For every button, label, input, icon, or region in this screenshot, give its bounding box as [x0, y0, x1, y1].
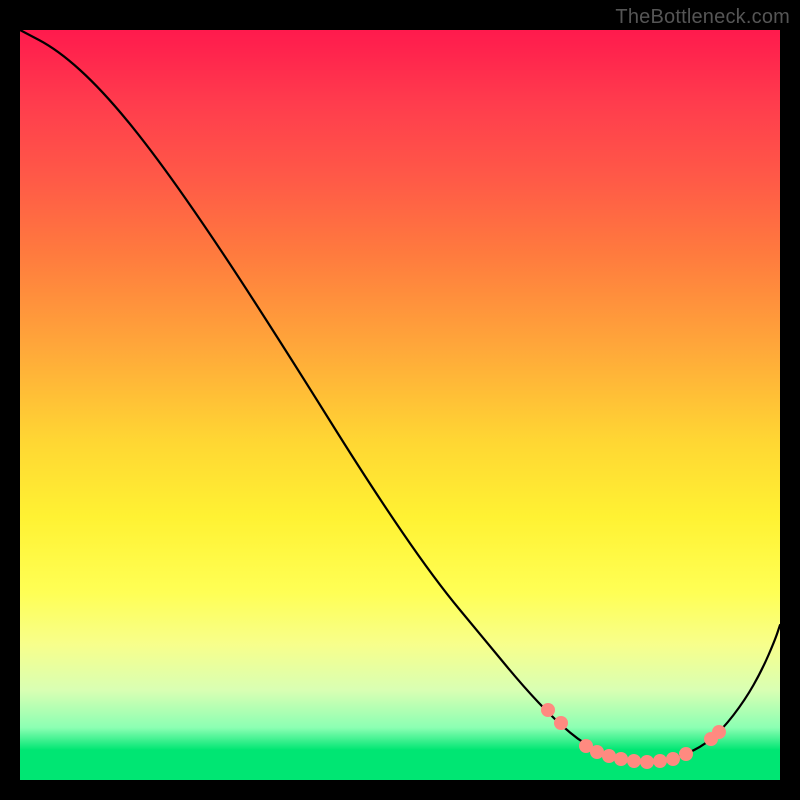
- highlight-dot: [640, 755, 654, 769]
- bottleneck-curve: [20, 30, 780, 761]
- highlight-dot: [653, 754, 667, 768]
- highlight-dot: [712, 725, 726, 739]
- highlight-dot: [602, 749, 616, 763]
- highlight-dot: [679, 747, 693, 761]
- highlight-dot: [666, 752, 680, 766]
- curve-layer: [20, 30, 780, 780]
- highlight-dot: [614, 752, 628, 766]
- highlight-dot: [627, 754, 641, 768]
- plot-area: [20, 30, 780, 780]
- chart-stage: TheBottleneck.com: [0, 0, 800, 800]
- attribution-label: TheBottleneck.com: [615, 6, 790, 29]
- highlight-dot: [541, 703, 555, 717]
- highlight-dot: [590, 745, 604, 759]
- highlight-dot: [554, 716, 568, 730]
- highlight-dots: [541, 703, 726, 769]
